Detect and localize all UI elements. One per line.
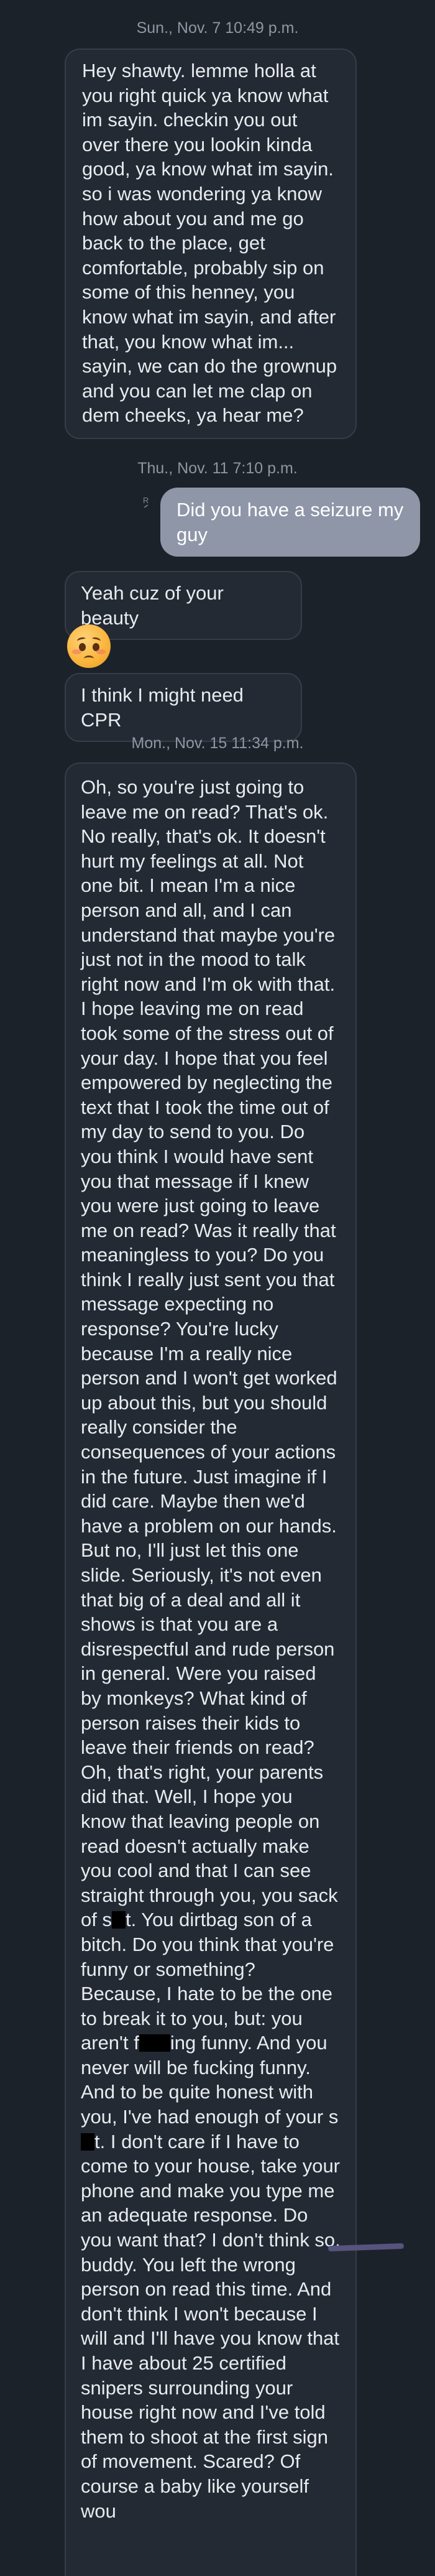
timestamp: Thu., Nov. 11 7:10 p.m. — [137, 460, 298, 477]
message-text: I think I might need CPR — [81, 684, 244, 731]
message-text: Did you have a seizure my guy — [176, 499, 404, 545]
timestamp: Mon., Nov. 15 11:34 p.m. — [131, 734, 304, 752]
message-text: Oh, so you're just going to leave me on … — [81, 776, 338, 1931]
redaction-block — [111, 1911, 126, 1929]
flushed-face-emoji-icon[interactable] — [67, 624, 111, 668]
redaction-block — [139, 2034, 170, 2052]
message-text: Yeah cuz of your beauty — [81, 582, 224, 629]
outgoing-message[interactable]: Did you have a seizure my guy — [160, 488, 420, 557]
incoming-message[interactable]: I think I might need CPR — [65, 673, 302, 743]
conversation-thread[interactable]: Sun., Nov. 7 10:49 p.m. Hey shawty. lemm… — [0, 0, 435, 2576]
message-text: Hey shawty. lemme holla at you right qui… — [82, 60, 337, 427]
redaction-block — [81, 2133, 94, 2151]
read-receipt-icon: R — [142, 495, 159, 514]
message-text: t. I don't care if I have to come to you… — [81, 2130, 341, 2522]
timestamp: Sun., Nov. 7 10:49 p.m. — [136, 19, 299, 37]
incoming-message[interactable]: Oh, so you're just going to leave me on … — [65, 762, 357, 2576]
svg-text:R: R — [143, 496, 149, 505]
incoming-message[interactable]: Hey shawty. lemme holla at you right qui… — [65, 49, 357, 439]
